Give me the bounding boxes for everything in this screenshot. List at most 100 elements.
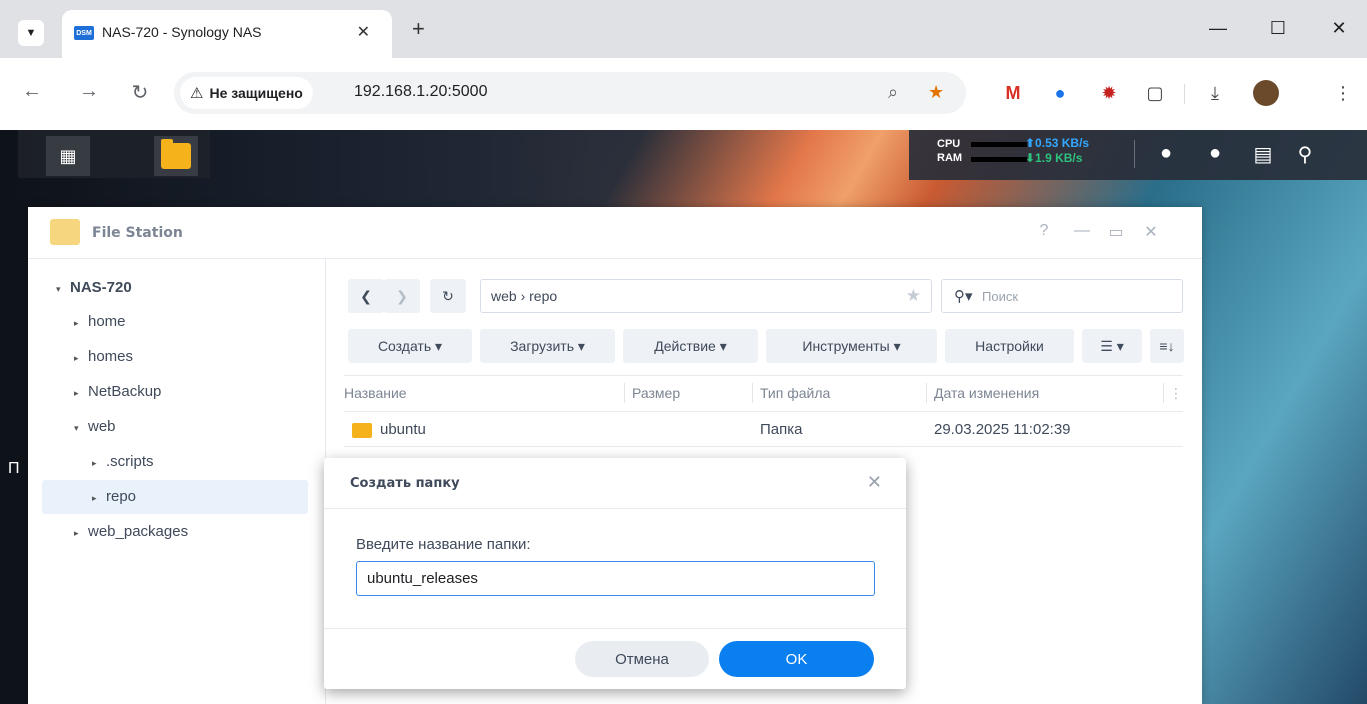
window-minimize-icon[interactable]: — (1072, 222, 1092, 240)
browser-tab[interactable]: DSM NAS-720 - Synology NAS ✕ (62, 10, 392, 58)
chat-extension-icon[interactable]: ● (1047, 80, 1073, 106)
help-icon[interactable]: ? (1034, 222, 1054, 240)
table-row[interactable]: ubuntu Папка 29.03.2025 11:02:39 (344, 411, 1183, 447)
view-mode-button[interactable]: ☰ ▾ (1082, 329, 1142, 363)
search-icon[interactable]: ⚲▾ (954, 287, 973, 305)
desktop-partial-label: П (8, 460, 20, 477)
file-station-title: File Station (92, 225, 183, 241)
tree-item-label: NAS-720 (70, 279, 132, 296)
bookmark-star-icon[interactable]: ★ (928, 82, 944, 103)
dsm-favicon-icon: DSM (74, 26, 94, 40)
browser-tab-bar: ▼ DSM NAS-720 - Synology NAS ✕ + — ☐ ✕ (0, 0, 1367, 58)
zoom-icon[interactable]: ⌕ (888, 82, 898, 103)
user-icon[interactable]: ● (1201, 142, 1229, 165)
notifications-chat-icon[interactable]: ● (1152, 142, 1180, 165)
folder-name-label: Введите название папки: (356, 536, 531, 553)
tools-button[interactable]: Инструменты ▾ (766, 329, 937, 363)
tree-expand-icon[interactable]: ▸ (74, 376, 88, 410)
download-icon[interactable]: ⤓ (1202, 80, 1228, 106)
window-close-icon[interactable]: ✕ (1141, 222, 1161, 242)
path-bar[interactable]: web › repo ★ (480, 279, 932, 313)
tree-expand-icon[interactable]: ▸ (92, 481, 106, 515)
forward-arrow-icon[interactable]: → (77, 80, 101, 103)
resource-monitor-bar: CPU RAM ⬆0.53 KB/s ⬇1.9 KB/s ● ● ▤ ⚲ (909, 130, 1367, 180)
sort-button[interactable]: ≡↓ (1150, 329, 1184, 363)
row-modified: 29.03.2025 11:02:39 (934, 421, 1071, 438)
upload-rate: ⬆0.53 KB/s (1025, 136, 1090, 150)
tree-expand-icon[interactable]: ▾ (56, 272, 70, 306)
favorite-star-icon[interactable]: ★ (906, 286, 921, 306)
cpu-label: CPU (937, 138, 961, 150)
column-separator (624, 383, 625, 403)
tab-close-icon[interactable]: ✕ (357, 22, 370, 42)
row-type: Папка (760, 421, 803, 438)
profile-avatar[interactable] (1253, 80, 1279, 106)
column-size[interactable]: Размер (632, 375, 680, 411)
folder-name-input[interactable] (356, 561, 875, 596)
column-options-icon[interactable]: ⋮ (1169, 375, 1183, 411)
security-chip[interactable]: ⚠ Не защищено (180, 77, 313, 109)
upload-button[interactable]: Загрузить ▾ (480, 329, 615, 363)
dialog-title: Создать папку (350, 476, 460, 491)
create-button[interactable]: Создать ▾ (348, 329, 472, 363)
new-tab-plus-icon[interactable]: + (412, 18, 425, 40)
create-folder-dialog: Создать папку ✕ Введите название папки: … (324, 458, 906, 689)
file-station-app-icon (50, 219, 80, 245)
main-menu-grid-icon[interactable]: ▦ (46, 136, 90, 176)
tree-item-label: .scripts (106, 453, 154, 470)
ok-button[interactable]: OK (719, 641, 874, 677)
tree-expand-icon[interactable]: ▸ (74, 516, 88, 550)
bug-extension-icon[interactable]: ✹ (1096, 80, 1122, 106)
window-maximize-icon[interactable]: ▭ (1106, 222, 1126, 242)
cancel-button[interactable]: Отмена (575, 641, 709, 677)
tree-item-home[interactable]: ▸ home (42, 305, 308, 339)
tree-expand-icon[interactable]: ▸ (74, 341, 88, 375)
forward-button[interactable]: ❯ (384, 279, 420, 313)
window-close-icon[interactable]: ✕ (1324, 18, 1354, 39)
widgets-icon[interactable]: ▤ (1249, 142, 1277, 167)
tab-search-chevron-icon[interactable]: ▼ (18, 20, 44, 46)
search-field[interactable]: ⚲▾ Поиск (941, 279, 1183, 313)
search-icon[interactable]: ⚲ (1291, 142, 1319, 167)
tree-item-label: web_packages (88, 523, 189, 540)
back-arrow-icon[interactable]: ← (20, 80, 44, 103)
tree-item-homes[interactable]: ▸ homes (42, 340, 308, 374)
file-station-taskbar-button[interactable] (154, 136, 198, 176)
action-button[interactable]: Действие ▾ (623, 329, 758, 363)
row-name: ubuntu (380, 421, 426, 438)
dialog-close-icon[interactable]: ✕ (867, 472, 882, 493)
folder-tree: ▾ NAS-720 ▸ home ▸ homes ▸ NetBackup ▾ web ▸.… (28, 259, 326, 704)
maximize-icon[interactable]: ☐ (1263, 18, 1293, 39)
security-label: Не защищено (209, 85, 303, 101)
menu-dots-icon[interactable]: ⋮ (1330, 80, 1356, 106)
tree-item-nas-720[interactable]: ▾ NAS-720 (42, 271, 308, 305)
column-type[interactable]: Тип файла (760, 375, 830, 411)
address-bar[interactable]: ⚠ Не защищено 192.168.1.20:5000 ⌕ ★ (174, 72, 966, 114)
column-separator (752, 383, 753, 403)
list-view-icon: ☰ ▾ (1100, 337, 1124, 354)
tree-item-scripts[interactable]: ▸ .scripts (42, 445, 308, 479)
tree-item-label: home (88, 313, 126, 330)
sort-icon: ≡↓ (1159, 338, 1175, 354)
tree-item-label: repo (106, 488, 137, 505)
column-modified[interactable]: Дата изменения (934, 375, 1039, 411)
column-name[interactable]: Название (344, 375, 407, 411)
tree-expand-icon[interactable]: ▸ (92, 446, 106, 480)
tree-item-web-packages[interactable]: ▸ web_packages (42, 515, 308, 549)
tree-item-web[interactable]: ▾ web (42, 410, 308, 444)
tree-expand-icon[interactable]: ▸ (74, 306, 88, 340)
url-text[interactable]: 192.168.1.20:5000 (354, 83, 487, 101)
refresh-button[interactable]: ↻ (430, 279, 466, 313)
tree-item-repo[interactable]: ▸ repo (42, 480, 308, 514)
dsm-taskbar: ▦ (18, 130, 210, 178)
tree-item-netbackup[interactable]: ▸ NetBackup (42, 375, 308, 409)
minimize-icon[interactable]: — (1203, 18, 1233, 39)
back-button[interactable]: ❮ (348, 279, 384, 313)
settings-button[interactable]: Настройки (945, 329, 1074, 363)
tree-item-label: NetBackup (88, 383, 162, 400)
tree-expand-icon[interactable]: ▾ (74, 411, 88, 445)
reload-icon[interactable]: ↻ (128, 80, 152, 105)
extensions-puzzle-icon[interactable]: ▢ (1142, 80, 1168, 106)
toolbar-divider (1184, 84, 1185, 104)
gmail-extension-icon[interactable]: M (1000, 80, 1026, 106)
